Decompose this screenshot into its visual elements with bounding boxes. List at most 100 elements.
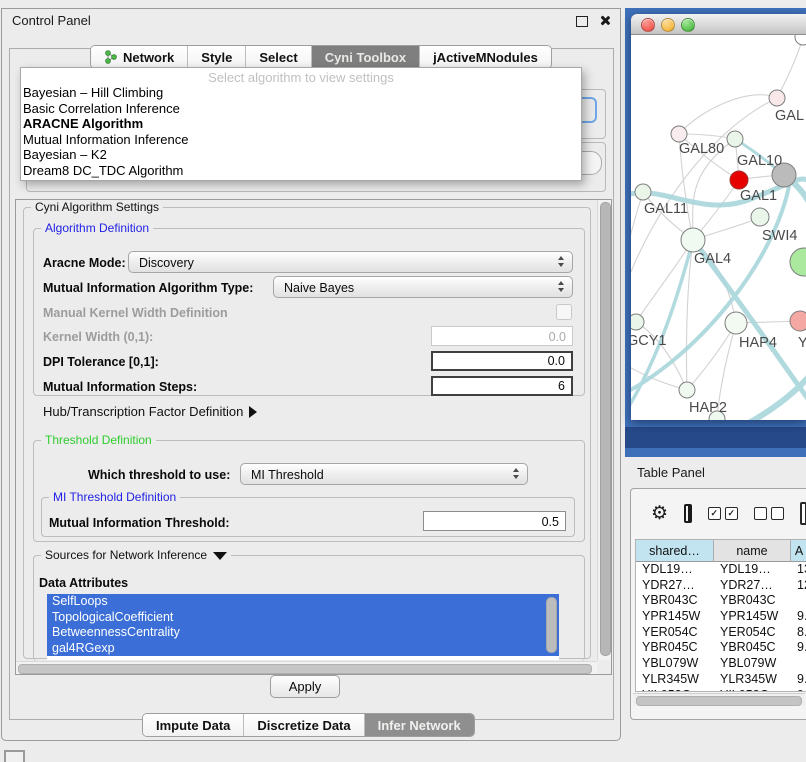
tab-select[interactable]: Select (246, 46, 311, 68)
table-horizontal-scrollbar[interactable] (633, 693, 805, 706)
table-row[interactable]: YER054C YER054C 8. (636, 625, 806, 641)
data-attributes-label: Data Attributes (39, 576, 128, 590)
close-icon[interactable] (599, 15, 610, 26)
algorithm-dropdown-list: Select algorithm to view settings Bayesi… (20, 67, 582, 181)
new-table-icon[interactable] (800, 502, 806, 525)
node-gal80[interactable] (671, 126, 687, 142)
node-hap4[interactable] (725, 312, 747, 334)
horizontal-scrollbar[interactable] (16, 661, 597, 674)
network-window-titlebar[interactable] (631, 14, 806, 35)
tab-network-label: Network (123, 50, 174, 65)
collapse-arrow-icon (213, 552, 227, 560)
mi-steps-input[interactable]: 6 (431, 376, 573, 396)
node-gal1[interactable] (730, 171, 748, 189)
node-label: Y (798, 335, 806, 351)
kernel-width-input[interactable]: 0.0 (431, 326, 573, 346)
node-gal4[interactable] (681, 228, 705, 252)
manual-kernel-checkbox[interactable] (556, 304, 572, 320)
node-pink-right[interactable] (790, 311, 806, 331)
table-row[interactable]: YIL052C YIL052C 9 (636, 688, 806, 693)
table-toolbar: ⚙ ✓✓ (631, 489, 806, 537)
node-hap2[interactable] (679, 382, 695, 398)
table-row[interactable]: YBL079W YBL079W (636, 656, 806, 672)
minimized-panel-icon[interactable] (4, 750, 25, 762)
apply-button[interactable]: Apply (270, 675, 340, 698)
which-threshold-select[interactable]: MI Threshold (240, 463, 528, 485)
manual-kernel-label: Manual Kernel Width Definition (43, 306, 228, 320)
close-traffic-light-icon[interactable] (641, 18, 655, 32)
algorithm-definition-title: Algorithm Definition (41, 221, 153, 235)
table-row[interactable]: YLR345W YLR345W 9. (636, 672, 806, 688)
mi-threshold-input[interactable]: 0.5 (423, 511, 566, 531)
which-threshold-label: Which threshold to use: (88, 468, 230, 482)
table-panel: ⚙ ✓✓ shared… name A YDL19… YDL19… 13 YDR… (630, 488, 806, 720)
column-header-shared-name[interactable]: shared… (636, 540, 714, 562)
table-row[interactable]: YDR27… YDR27… 12 (636, 578, 806, 594)
settings-scrollpane: Cyni Algorithm Settings Algorithm Defini… (15, 199, 612, 675)
attribute-item-selected[interactable]: SelfLoops (47, 594, 559, 610)
kernel-width-label: Kernel Width (0,1): (43, 330, 153, 344)
attribute-item-selected[interactable]: BetweennessCentrality (47, 625, 559, 641)
table-row[interactable]: YBR045C YBR045C 9. (636, 640, 806, 656)
network-graph-icon (104, 50, 118, 64)
dropdown-item[interactable]: Bayesian – Hill Climbing (21, 85, 581, 101)
zoom-traffic-light-icon[interactable] (681, 18, 695, 32)
tab-discretize-data[interactable]: Discretize Data (244, 714, 364, 736)
control-panel-titlebar[interactable]: Control Panel (2, 9, 620, 32)
dropdown-item[interactable]: Mutual Information Inference (21, 132, 581, 148)
tab-network[interactable]: Network (91, 46, 188, 68)
minimize-traffic-light-icon[interactable] (661, 18, 675, 32)
vertical-scrollbar[interactable] (597, 200, 611, 660)
attribute-item-selected[interactable]: gal4RGexp (47, 641, 559, 657)
scrollbar-thumb[interactable] (636, 696, 802, 706)
dropdown-item-selected[interactable]: ARACNE Algorithm (21, 116, 581, 132)
tab-style[interactable]: Style (188, 46, 246, 68)
dropdown-item[interactable]: Dream8 DC_TDC Algorithm (21, 163, 581, 179)
node-label: HAP2 (689, 400, 727, 416)
columns-icon[interactable] (684, 504, 692, 523)
control-panel-tabs: Network Style Select Cyni Toolbox jActiv… (90, 45, 552, 69)
combo-arrows-icon (558, 256, 564, 267)
tab-infer-network[interactable]: Infer Network (365, 714, 474, 736)
scrollbar-thumb[interactable] (18, 664, 592, 674)
hide-columns-icon[interactable] (754, 507, 784, 520)
dropdown-placeholder: Select algorithm to view settings (21, 68, 581, 85)
attribute-item-selected[interactable]: TopologicalCoefficient (47, 610, 559, 626)
dpi-tolerance-input[interactable]: 0.0 (431, 351, 573, 371)
tab-impute-data[interactable]: Impute Data (143, 714, 244, 736)
node[interactable] (795, 35, 806, 45)
tab-cyni-toolbox[interactable]: Cyni Toolbox (312, 46, 420, 68)
dropdown-item[interactable]: Bayesian – K2 (21, 147, 581, 163)
scrollbar-thumb[interactable] (600, 202, 611, 656)
node-gal10[interactable] (727, 131, 743, 147)
tab-jactivemnodules[interactable]: jActiveMNodules (420, 46, 551, 68)
list-scrollbar-thumb[interactable] (546, 597, 557, 653)
node-gcy1[interactable] (631, 314, 644, 330)
node-gal-top[interactable] (769, 90, 785, 106)
table-row[interactable]: YDL19… YDL19… 13 (636, 562, 806, 578)
aracne-mode-select[interactable]: Discovery (128, 251, 573, 273)
dropdown-item[interactable]: Basic Correlation Inference (21, 101, 581, 117)
hub-definition-expander[interactable]: Hub/Transcription Factor Definition (43, 404, 257, 419)
gear-icon[interactable]: ⚙ (651, 504, 668, 523)
table-row[interactable]: YBR043C YBR043C (636, 593, 806, 609)
node-green-right[interactable] (790, 248, 806, 276)
node-swi4[interactable] (751, 208, 769, 226)
expand-arrow-icon (249, 406, 257, 418)
cyni-settings-group-title: Cyni Algorithm Settings (31, 200, 163, 214)
network-canvas[interactable]: GAL GAL80 GAL10 GAL1 GAL11 SWI4 GAL4 GCY… (631, 35, 806, 420)
combo-arrows-icon (558, 281, 564, 292)
network-view-window: GAL GAL80 GAL10 GAL1 GAL11 SWI4 GAL4 GCY… (631, 14, 806, 420)
node-label: GAL10 (737, 153, 782, 169)
control-panel-title: Control Panel (12, 13, 91, 28)
mi-type-select[interactable]: Naive Bayes (273, 276, 573, 298)
column-header-partial[interactable]: A (791, 540, 806, 562)
float-window-icon[interactable] (576, 16, 588, 27)
screen: Control Panel Network (0, 0, 806, 762)
sources-group-title[interactable]: Sources for Network Inference (41, 548, 231, 562)
column-header-name[interactable]: name (714, 540, 791, 562)
cyni-mode-tabs: Impute Data Discretize Data Infer Networ… (142, 713, 475, 737)
table-row[interactable]: YPR145W YPR145W 9. (636, 609, 806, 625)
node-gal11[interactable] (635, 184, 651, 200)
show-columns-icon[interactable]: ✓✓ (708, 507, 738, 520)
